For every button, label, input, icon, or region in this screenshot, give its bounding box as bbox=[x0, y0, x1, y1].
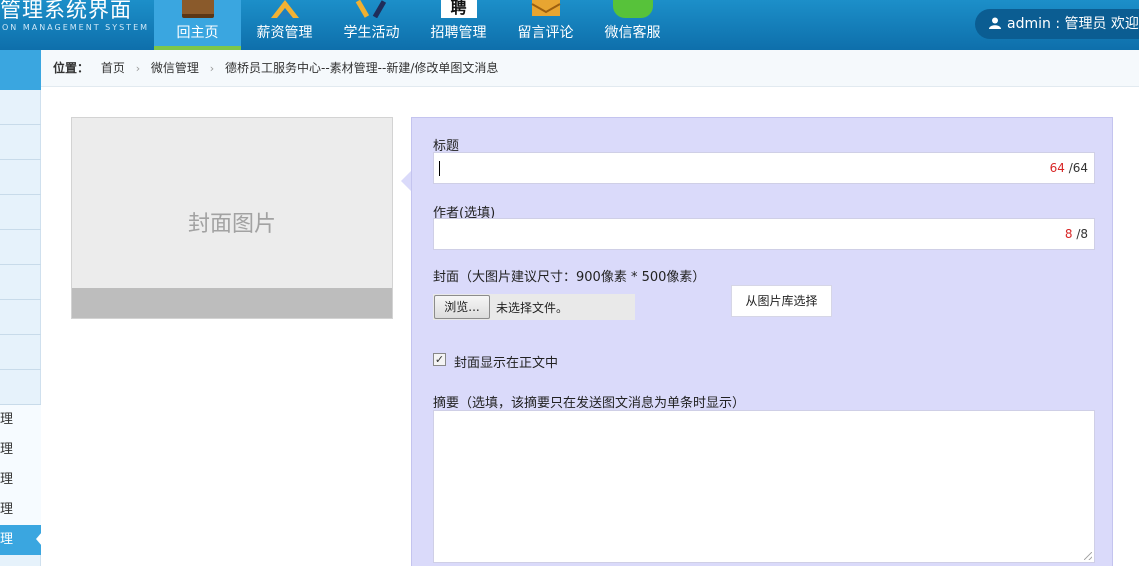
sidebar-subitem[interactable]: 理 bbox=[0, 405, 41, 435]
sidebar-menu-item[interactable] bbox=[0, 195, 41, 230]
author-count: 8 bbox=[1064, 227, 1073, 241]
sidebar-menu-item[interactable] bbox=[0, 370, 41, 405]
breadcrumb-current: 德桥员工服务中心--素材管理--新建/修改单图文消息 bbox=[225, 61, 499, 75]
cover-placeholder: 封面图片 bbox=[187, 212, 276, 237]
user-text: admin : 管理员 欢迎 bbox=[1007, 16, 1139, 32]
panel-pointer-icon bbox=[401, 171, 411, 191]
title-counter: 64 /64 bbox=[1050, 161, 1088, 175]
nav-home-label: 回主页 bbox=[176, 25, 219, 41]
breadcrumb-wechat[interactable]: 微信管理 bbox=[151, 61, 199, 75]
nav-salary[interactable]: 薪资管理 bbox=[241, 0, 328, 50]
sidebar-subitem[interactable]: 理 bbox=[0, 495, 41, 525]
sidebar-menu-item[interactable] bbox=[0, 265, 41, 300]
article-form: 标题 64 /64 作者(选填) 8 /8 封面（大图片建议尺寸：900像素 *… bbox=[411, 117, 1113, 566]
mail-icon bbox=[528, 0, 564, 18]
title-max: /64 bbox=[1068, 161, 1088, 175]
image-library-button[interactable]: 从图片库选择 bbox=[731, 285, 832, 317]
pencil-icon bbox=[355, 0, 389, 19]
nav-home[interactable]: 回主页 bbox=[154, 0, 241, 50]
author-input[interactable]: 8 /8 bbox=[433, 218, 1095, 250]
browse-button[interactable]: 浏览... bbox=[434, 295, 490, 319]
main-nav: 回主页 薪资管理 学生活动 聘 招聘管理 留言评论 微信客服 bbox=[154, 0, 676, 50]
author-max: /8 bbox=[1076, 227, 1088, 241]
recruit-icon: 聘 bbox=[440, 0, 477, 18]
ruler-icon bbox=[267, 0, 303, 18]
nav-messages-label: 留言评论 bbox=[517, 25, 574, 41]
sidebar-header[interactable] bbox=[0, 50, 41, 90]
sidebar-menu-item[interactable] bbox=[0, 125, 41, 160]
nav-activities-label: 学生活动 bbox=[343, 25, 400, 41]
logo-subtitle: ON MANAGEMENT SYSTEM GUI bbox=[2, 23, 174, 32]
summary-textarea[interactable] bbox=[433, 410, 1095, 563]
breadcrumb-home[interactable]: 首页 bbox=[101, 61, 125, 75]
top-header: 管理系统界面 ON MANAGEMENT SYSTEM GUI 回主页 薪资管理… bbox=[0, 0, 1139, 50]
breadcrumb: 位置： 首页 › 微信管理 › 德桥员工服务中心--素材管理--新建/修改单图文… bbox=[41, 50, 1139, 87]
nav-recruit[interactable]: 聘 招聘管理 bbox=[415, 0, 502, 50]
cover-title-bar bbox=[72, 288, 392, 318]
left-sidebar: 理 理 理 理 理 bbox=[0, 50, 41, 566]
sidebar-menu-item[interactable] bbox=[0, 335, 41, 370]
title-count: 64 bbox=[1049, 161, 1065, 175]
breadcrumb-label: 位置： bbox=[53, 61, 90, 75]
sidebar-menu-item[interactable] bbox=[0, 160, 41, 195]
sidebar-subitem-active[interactable]: 理 bbox=[0, 525, 41, 555]
nav-activities[interactable]: 学生活动 bbox=[328, 0, 415, 50]
nav-wechat[interactable]: 微信客服 bbox=[589, 0, 676, 50]
nav-messages[interactable]: 留言评论 bbox=[502, 0, 589, 50]
wechat-icon bbox=[612, 0, 653, 18]
logo-title: 管理系统界面 bbox=[0, 0, 132, 22]
nav-recruit-label: 招聘管理 bbox=[430, 25, 487, 41]
show-cover-checkbox[interactable]: ✓ bbox=[433, 353, 446, 366]
cover-label: 封面（大图片建议尺寸：900像素 * 500像素） bbox=[433, 270, 706, 285]
book-icon bbox=[181, 0, 214, 18]
resize-grip-icon[interactable] bbox=[1084, 552, 1092, 560]
cover-preview: 封面图片 bbox=[71, 117, 393, 319]
user-icon bbox=[989, 10, 1001, 29]
no-file-text: 未选择文件。 bbox=[496, 301, 569, 315]
sidebar-subitem[interactable]: 理 bbox=[0, 465, 41, 495]
summary-label: 摘要（选填，该摘要只在发送图文消息为单条时显示） bbox=[433, 396, 746, 411]
nav-wechat-label: 微信客服 bbox=[604, 25, 661, 41]
file-upload[interactable]: 浏览... 未选择文件。 bbox=[433, 294, 635, 320]
sidebar-menu-item[interactable] bbox=[0, 300, 41, 335]
user-badge[interactable]: admin : 管理员 欢迎 bbox=[975, 9, 1139, 39]
sidebar-menu-item[interactable] bbox=[0, 230, 41, 265]
title-input[interactable]: 64 /64 bbox=[433, 152, 1095, 184]
app-logo: 管理系统界面 ON MANAGEMENT SYSTEM GUI bbox=[0, 0, 174, 32]
chevron-right-icon: › bbox=[209, 62, 215, 75]
nav-salary-label: 薪资管理 bbox=[256, 25, 313, 41]
sidebar-subitem[interactable]: 理 bbox=[0, 435, 41, 465]
chevron-right-icon: › bbox=[135, 62, 141, 75]
sidebar-menu-item[interactable] bbox=[0, 90, 41, 125]
text-caret bbox=[439, 161, 440, 176]
show-cover-label: 封面显示在正文中 bbox=[454, 356, 559, 371]
author-counter: 8 /8 bbox=[1065, 227, 1088, 241]
active-pointer-icon bbox=[36, 532, 42, 546]
